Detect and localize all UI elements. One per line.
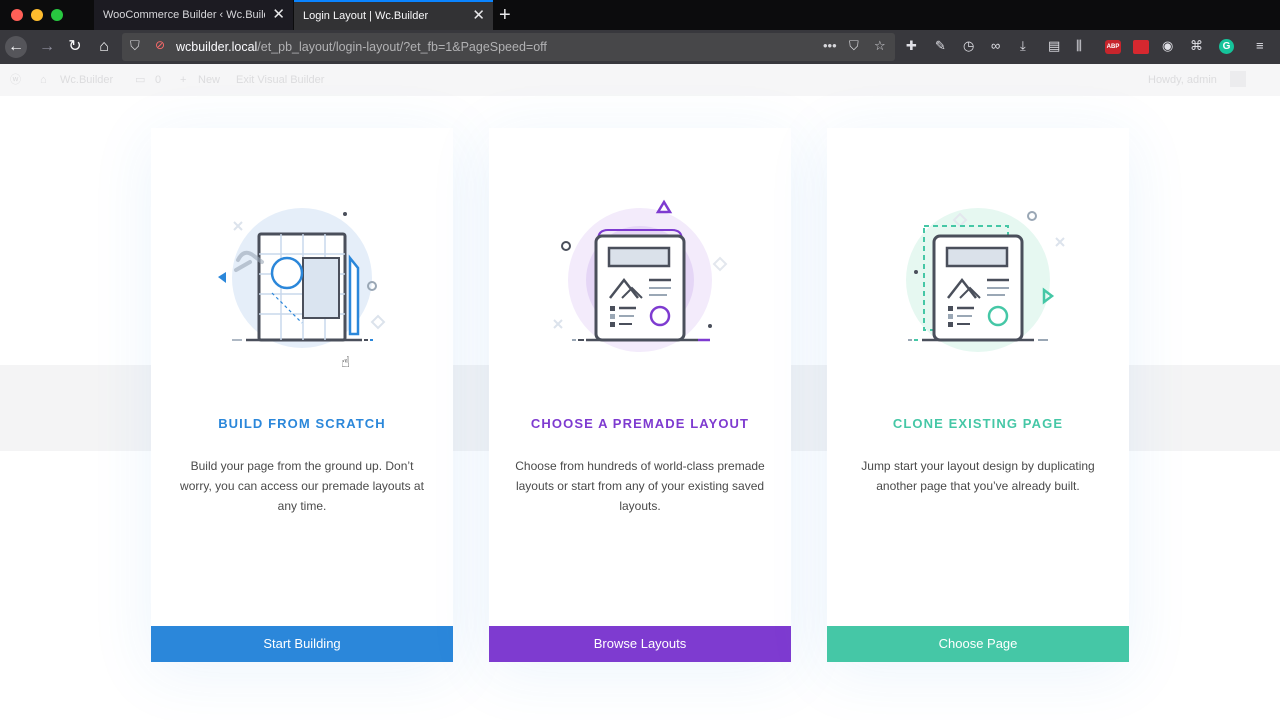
layout-document-icon bbox=[553, 199, 728, 352]
howdy-user-link[interactable]: Howdy, admin bbox=[1148, 64, 1217, 96]
private-mask-icon[interactable]: ∞ bbox=[991, 38, 1000, 53]
pocket-icon[interactable]: ⛉ bbox=[849, 38, 859, 54]
hamburger-menu-icon[interactable]: ≡ bbox=[1256, 38, 1264, 53]
new-content-link[interactable]: New bbox=[198, 64, 220, 96]
browse-layouts-button[interactable]: Browse Layouts bbox=[489, 626, 791, 662]
wordpress-logo-icon[interactable]: ⓦ bbox=[10, 64, 21, 96]
back-arrow-icon[interactable]: ← bbox=[5, 36, 27, 58]
download-icon[interactable]: ⤓ bbox=[1020, 38, 1026, 54]
tracking-shield-icon[interactable]: ⛉ bbox=[130, 38, 140, 54]
clone-document-icon bbox=[906, 208, 1065, 352]
comments-count[interactable]: 0 bbox=[155, 64, 161, 96]
forward-arrow-icon[interactable]: → bbox=[36, 36, 58, 58]
adblock-plus-icon[interactable]: ABP bbox=[1105, 40, 1121, 54]
tab-title: Login Layout | Wc.Builder bbox=[303, 10, 429, 22]
clone-existing-page-card: CLONE EXISTING PAGE Jump start your layo… bbox=[827, 128, 1129, 662]
extension-red-icon[interactable] bbox=[1133, 40, 1149, 54]
card-title: CHOOSE A PREMADE LAYOUT bbox=[530, 416, 750, 431]
blueprint-pencil-icon bbox=[218, 208, 386, 348]
browser-tab-login-layout[interactable]: Login Layout | Wc.Builder ✕ bbox=[294, 0, 493, 30]
site-name-link[interactable]: Wc.Builder bbox=[60, 64, 113, 96]
new-tab-plus-icon[interactable]: + bbox=[499, 3, 511, 27]
browser-tab-woocommerce-builder[interactable]: WooCommerce Builder ‹ Wc.Builder ✕ bbox=[94, 0, 293, 30]
plus-icon[interactable]: + bbox=[180, 64, 186, 96]
url-path: /et_pb_layout/login-layout/?et_fb=1&Page… bbox=[257, 40, 547, 54]
extensions-puzzle-icon[interactable]: ✚ bbox=[906, 38, 917, 54]
card-description: Choose from hundreds of world-class prem… bbox=[515, 459, 765, 513]
browser-nav-bar: ← → ↻ ⌂ ⛉ ⊘ wcbuilder.local/et_pb_layout… bbox=[0, 30, 1280, 64]
reload-icon[interactable]: ↻ bbox=[64, 36, 86, 58]
page-actions-menu-icon[interactable]: ••• bbox=[823, 38, 837, 53]
start-building-button[interactable]: Start Building bbox=[151, 626, 453, 662]
choose-premade-layout-card: CHOOSE A PREMADE LAYOUT Choose from hund… bbox=[489, 128, 791, 662]
browser-tab-bar: WooCommerce Builder ‹ Wc.Builder ✕ Login… bbox=[0, 0, 1280, 30]
tab-title: WooCommerce Builder ‹ Wc.Builder bbox=[103, 9, 265, 21]
exit-visual-builder-link[interactable]: Exit Visual Builder bbox=[236, 64, 324, 96]
history-clock-icon[interactable]: ◷ bbox=[963, 38, 974, 54]
library-icon[interactable]: ⫼ bbox=[1076, 38, 1082, 54]
card-description: Jump start your layout design by duplica… bbox=[861, 459, 1095, 493]
home-icon[interactable]: ⌂ bbox=[40, 64, 47, 96]
build-from-scratch-card: BUILD FROM SCRATCH Build your page from … bbox=[151, 128, 453, 662]
tab-close-icon[interactable]: ✕ bbox=[472, 2, 485, 30]
home-icon[interactable]: ⌂ bbox=[93, 36, 115, 58]
avatar[interactable] bbox=[1230, 71, 1246, 87]
insecure-lock-icon[interactable]: ⊘ bbox=[155, 38, 165, 52]
window-close-button[interactable] bbox=[11, 9, 23, 21]
tab-close-icon[interactable]: ✕ bbox=[272, 0, 285, 30]
grammarly-icon[interactable]: G bbox=[1219, 39, 1234, 54]
wp-admin-bar: ⓦ ⌂ Wc.Builder ▭ 0 + New Exit Visual Bui… bbox=[0, 64, 1280, 96]
comments-icon[interactable]: ▭ bbox=[135, 64, 145, 96]
card-description: Build your page from the ground up. Don’… bbox=[180, 459, 424, 513]
card-title: CLONE EXISTING PAGE bbox=[892, 416, 1064, 431]
choose-page-button[interactable]: Choose Page bbox=[827, 626, 1129, 662]
address-bar[interactable]: ⛉ ⊘ wcbuilder.local/et_pb_layout/login-l… bbox=[122, 33, 895, 61]
hand-cursor-icon: ☝ bbox=[341, 354, 351, 371]
url-text[interactable]: wcbuilder.local/et_pb_layout/login-layou… bbox=[176, 33, 547, 61]
card-title: BUILD FROM SCRATCH bbox=[218, 416, 386, 431]
window-minimize-button[interactable] bbox=[31, 9, 43, 21]
sidebar-icon[interactable]: ▤ bbox=[1048, 38, 1060, 54]
wrench-icon[interactable]: ✎ bbox=[935, 38, 946, 54]
bookmark-star-icon[interactable]: ☆ bbox=[874, 38, 886, 54]
account-icon[interactable]: ◉ bbox=[1162, 38, 1173, 54]
translate-icon[interactable]: ⌘ bbox=[1190, 38, 1203, 54]
window-zoom-button[interactable] bbox=[51, 9, 63, 21]
url-host: wcbuilder.local bbox=[176, 40, 258, 54]
